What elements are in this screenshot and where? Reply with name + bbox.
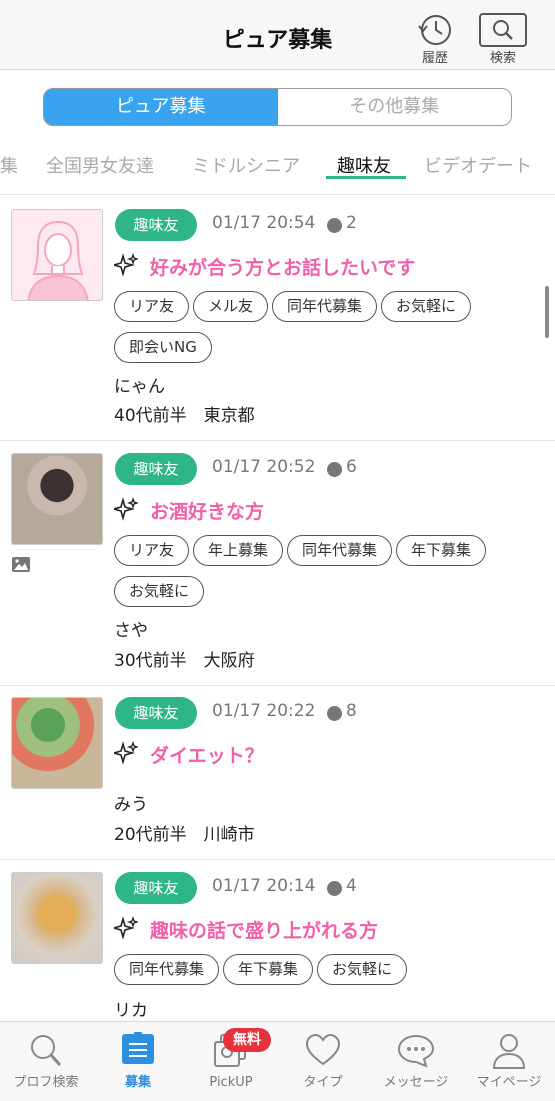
- post-title: お酒好きな方: [150, 501, 265, 523]
- free-badge: 無料: [223, 1028, 271, 1052]
- recruit-type-segment: ピュア募集 その他募集: [43, 88, 512, 126]
- heart-icon: [305, 1033, 341, 1066]
- app-header: ピュア募集 履歴 検索: [0, 0, 555, 70]
- list-icon: [122, 1032, 154, 1064]
- history-label: 履歴: [421, 51, 448, 66]
- tab-label: タイプ: [303, 1075, 343, 1090]
- view-count: 2: [346, 213, 357, 233]
- post-item[interactable]: 趣味友 01/17 20:22 8 ダイエット？ みう 20代前半 川崎市: [0, 686, 555, 860]
- active-category-underline: [326, 176, 406, 179]
- tag: リア友: [114, 535, 190, 566]
- search-icon: [31, 1035, 62, 1067]
- avatar[interactable]: [11, 872, 103, 964]
- history-button[interactable]: 履歴: [408, 10, 462, 68]
- default-avatar-icon: [12, 210, 102, 300]
- user-icon: [492, 1034, 526, 1069]
- tag: 同年代募集: [272, 291, 378, 322]
- divider: [0, 194, 555, 195]
- post-list: 趣味友 01/17 20:54 2 好みが合う方とお話したいです リア友 メル友同…: [0, 196, 555, 1030]
- avatar[interactable]: [11, 453, 103, 545]
- view-count: 8: [346, 701, 357, 721]
- search-button[interactable]: 検索: [476, 10, 530, 68]
- chat-bubble-icon: [397, 1034, 435, 1068]
- sparkle-icon: [114, 497, 138, 521]
- avatar[interactable]: [11, 697, 103, 789]
- tag: メル友: [193, 291, 269, 322]
- post-item[interactable]: 趣味友 01/17 20:54 2 好みが合う方とお話したいです リア友 メル友同…: [0, 196, 555, 441]
- category-badge: 趣味友: [115, 697, 197, 729]
- view-count: 4: [346, 876, 357, 896]
- category-tab[interactable]: ビデオデート: [424, 152, 532, 178]
- category-badge: 趣味友: [115, 872, 197, 904]
- tab-recruit[interactable]: 募集: [92, 1022, 184, 1101]
- user-name: みう: [114, 795, 148, 815]
- tab-label: マイページ: [476, 1075, 542, 1090]
- avatar[interactable]: [11, 209, 103, 301]
- tab-label: メッセージ: [383, 1075, 449, 1090]
- user-name: リカ: [114, 1001, 148, 1021]
- category-tab[interactable]: 全国男女友達: [46, 152, 154, 178]
- photo-icon: [12, 557, 30, 572]
- tab-messages[interactable]: メッセージ: [370, 1022, 462, 1101]
- tag: 年上募集: [193, 535, 284, 566]
- scrollbar[interactable]: [545, 286, 549, 338]
- views-icon: [327, 881, 342, 896]
- post-title: ダイエット？: [150, 745, 264, 767]
- tab-type[interactable]: タイプ: [277, 1022, 369, 1101]
- bottom-tab-bar: プロフ検索 募集 無料 PickUP タイプ メッセージ マイページ: [0, 1021, 555, 1101]
- sparkle-icon: [114, 741, 138, 765]
- category-tab[interactable]: 集: [0, 152, 18, 178]
- sparkle-icon: [114, 916, 138, 940]
- tab-label: 募集: [124, 1075, 151, 1090]
- search-label: 検索: [489, 51, 516, 66]
- user-info: 30代前半 大阪府: [114, 651, 255, 671]
- segment-pure[interactable]: ピュア募集: [44, 89, 278, 125]
- views-icon: [327, 462, 342, 477]
- post-datetime: 01/17 20:54: [212, 213, 316, 233]
- tag: 同年代募集: [287, 535, 393, 566]
- tab-label: PickUP: [209, 1075, 253, 1090]
- user-name: にゃん: [114, 377, 165, 397]
- post-datetime: 01/17 20:52: [212, 457, 316, 477]
- user-name: さや: [114, 621, 148, 641]
- history-icon: [418, 15, 451, 45]
- tab-profile-search[interactable]: プロフ検索: [0, 1022, 92, 1101]
- tag: 即会いNG: [114, 332, 212, 363]
- views-icon: [327, 706, 342, 721]
- post-datetime: 01/17 20:14: [212, 876, 316, 896]
- post-item[interactable]: 趣味友 01/17 20:52 6 お酒好きな方 リア友 年上募集 同年代募集 年下募…: [0, 441, 555, 686]
- views-icon: [327, 218, 342, 233]
- sparkle-icon: [114, 253, 138, 277]
- category-tab[interactable]: ミドルシニア: [192, 152, 300, 178]
- category-tabs: 集 全国男女友達 ミドルシニア 趣味友 ビデオデート: [0, 150, 555, 186]
- post-title: 趣味の話で盛り上がれる方: [150, 920, 379, 942]
- category-badge: 趣味友: [115, 453, 197, 485]
- tag: お気軽に: [114, 576, 205, 607]
- tag: 同年代募集: [114, 954, 220, 985]
- tag: 年下募集: [396, 535, 487, 566]
- tag: リア友: [114, 291, 190, 322]
- segment-other[interactable]: その他募集: [278, 89, 512, 125]
- tab-pickup[interactable]: 無料 PickUP: [185, 1022, 277, 1101]
- tag: 年下募集: [223, 954, 314, 985]
- post-item[interactable]: 趣味友 01/17 20:14 4 趣味の話で盛り上がれる方 同年代募集 年下募集…: [0, 860, 555, 1030]
- view-count: 6: [346, 457, 357, 477]
- post-title: 好みが合う方とお話したいです: [150, 257, 416, 279]
- page-title: ピュア募集: [222, 28, 333, 53]
- tag-list: リア友 年上募集 同年代募集 年下募集お気軽に: [114, 535, 544, 617]
- category-badge: 趣味友: [115, 209, 197, 241]
- tab-mypage[interactable]: マイページ: [463, 1022, 555, 1101]
- tag: お気軽に: [317, 954, 408, 985]
- tag: お気軽に: [381, 291, 472, 322]
- tag-list: 同年代募集 年下募集 お気軽に: [114, 954, 544, 995]
- user-info: 40代前半 東京都: [114, 406, 255, 426]
- search-icon: [479, 13, 527, 47]
- tag-list: リア友 メル友 同年代募集 お気軽に即会いNG: [114, 291, 544, 373]
- post-datetime: 01/17 20:22: [212, 701, 316, 721]
- category-tab-active[interactable]: 趣味友: [337, 152, 391, 178]
- user-info: 20代前半 川崎市: [114, 825, 255, 845]
- tab-label: プロフ検索: [13, 1075, 79, 1090]
